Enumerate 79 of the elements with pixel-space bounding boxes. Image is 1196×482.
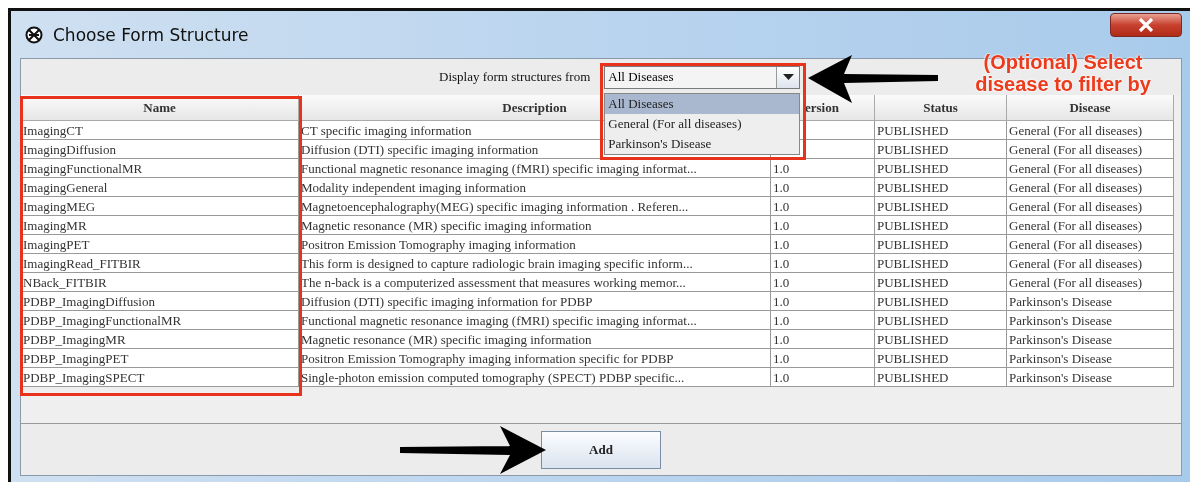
table-cell: 1.0 <box>771 311 875 330</box>
table-cell: The n-back is a computerized assessment that measures working memor... <box>299 273 771 292</box>
table-cell: PUBLISHED <box>875 216 1007 235</box>
table-cell: 1.0 <box>771 368 875 387</box>
table-cell: Functional magnetic resonance imaging (fMRI) specific imaging informat... <box>299 159 771 178</box>
table-cell: Positron Emission Tomography imaging information <box>299 235 771 254</box>
table-cell: PUBLISHED <box>875 121 1007 140</box>
table-cell: PUBLISHED <box>875 159 1007 178</box>
table-cell: General (For all diseases) <box>1007 235 1174 254</box>
app-icon <box>25 25 43 44</box>
table-cell: General (For all diseases) <box>1007 140 1174 159</box>
table-cell: ImagingCT <box>21 121 299 140</box>
table-cell: 1.0 <box>771 216 875 235</box>
table-cell: General (For all diseases) <box>1007 197 1174 216</box>
table-cell: Parkinson's Disease <box>1007 292 1174 311</box>
table-cell: Magnetic resonance (MR) specific imaging information <box>299 216 771 235</box>
table-cell: Diffusion (DTI) specific imaging information for PDBP <box>299 292 771 311</box>
column-header[interactable]: Disease <box>1007 95 1174 121</box>
table-cell: PUBLISHED <box>875 140 1007 159</box>
table-cell: Parkinson's Disease <box>1007 368 1174 387</box>
disease-dropdown[interactable]: All Diseases <box>604 65 801 89</box>
table-cell: Parkinson's Disease <box>1007 311 1174 330</box>
table-cell: PUBLISHED <box>875 254 1007 273</box>
close-button[interactable] <box>1110 12 1182 37</box>
table-cell: PDBP_ImagingFunctionalMR <box>21 311 299 330</box>
table-cell: ImagingDiffusion <box>21 140 299 159</box>
dropdown-caret-icon <box>782 74 794 80</box>
table-cell: ImagingMR <box>21 216 299 235</box>
table-cell: PUBLISHED <box>875 197 1007 216</box>
table-cell: General (For all diseases) <box>1007 159 1174 178</box>
table-cell: 1.0 <box>771 273 875 292</box>
table-cell: General (For all diseases) <box>1007 178 1174 197</box>
table-cell: General (For all diseases) <box>1007 254 1174 273</box>
table-cell: Functional magnetic resonance imaging (fMRI) specific imaging informat... <box>299 311 771 330</box>
table-cell: PUBLISHED <box>875 330 1007 349</box>
table-cell: Single-photon emission computed tomography (SPECT) PDBP specific... <box>299 368 771 387</box>
table-cell: Parkinson's Disease <box>1007 349 1174 368</box>
window-title: Choose Form Structure <box>53 24 250 45</box>
table-cell: 1.0 <box>771 330 875 349</box>
table-cell: PDBP_ImagingPET <box>21 349 299 368</box>
table-cell: PUBLISHED <box>875 349 1007 368</box>
table-cell: 1.0 <box>771 254 875 273</box>
table-cell: PUBLISHED <box>875 178 1007 197</box>
table-cell: 1.0 <box>771 197 875 216</box>
table-cell: PDBP_ImagingDiffusion <box>21 292 299 311</box>
table-cell: PUBLISHED <box>875 273 1007 292</box>
table-cell: Magnetic resonance (MR) specific imaging information <box>299 330 771 349</box>
table-cell: This form is designed to capture radiologic brain imaging specific inform... <box>299 254 771 273</box>
table-cell: Magnetoencephalography(MEG) specific imaging information . Referen... <box>299 197 771 216</box>
filter-label: Display form structures from <box>439 69 591 85</box>
table-cell: 1.0 <box>771 235 875 254</box>
table-cell: 1.0 <box>771 292 875 311</box>
dropdown-option[interactable]: All Diseases <box>605 93 800 114</box>
table-cell: General (For all diseases) <box>1007 121 1174 140</box>
table-cell: ImagingGeneral <box>21 178 299 197</box>
table-cell: 1.0 <box>771 178 875 197</box>
column-header[interactable]: Name <box>21 95 299 121</box>
table-cell: Modality independent imaging information <box>299 178 771 197</box>
table-cell: PUBLISHED <box>875 368 1007 387</box>
table-cell: PDBP_ImagingSPECT <box>21 368 299 387</box>
table-cell: PUBLISHED <box>875 311 1007 330</box>
column-header[interactable]: Status <box>875 95 1007 121</box>
table-cell: ImagingRead_FITBIR <box>21 254 299 273</box>
table-cell: ImagingFunctionalMR <box>21 159 299 178</box>
table-cell: General (For all diseases) <box>1007 216 1174 235</box>
table-cell: PUBLISHED <box>875 292 1007 311</box>
callout-text: (Optional) Select disease to filter by <box>974 51 1152 95</box>
table-cell: Parkinson's Disease <box>1007 330 1174 349</box>
table-cell: ImagingPET <box>21 235 299 254</box>
close-icon <box>1138 17 1154 32</box>
table-cell: 1.0 <box>771 349 875 368</box>
table-cell: NBack_FITBIR <box>21 273 299 292</box>
table-cell: 1.0 <box>771 159 875 178</box>
table-cell: PDBP_ImagingMR <box>21 330 299 349</box>
table-cell: ImagingMEG <box>21 197 299 216</box>
table-cell: Positron Emission Tomography imaging information specific for PDBP <box>299 349 771 368</box>
table-cell: General (For all diseases) <box>1007 273 1174 292</box>
add-button[interactable]: Add <box>541 430 661 469</box>
table-cell: PUBLISHED <box>875 235 1007 254</box>
